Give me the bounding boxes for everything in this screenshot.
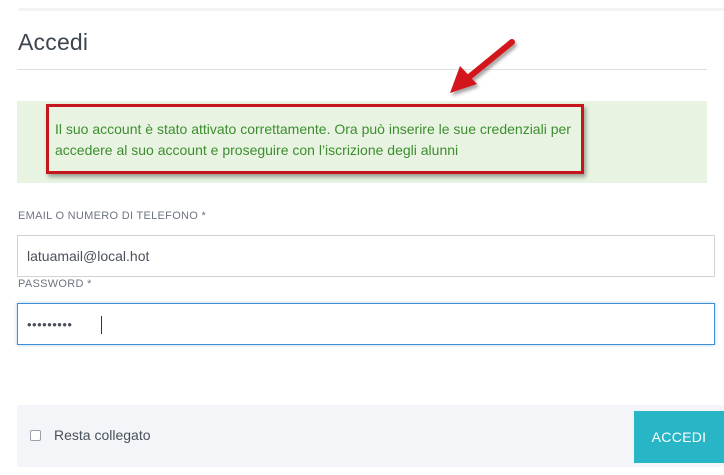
login-page: Accedi Il suo account è stato attivato c… [0, 0, 724, 475]
alert-highlight-box: Il suo account è stato attivato corretta… [46, 104, 584, 174]
email-label: EMAIL O NUMERO DI TELEFONO * [18, 210, 207, 222]
email-input[interactable] [17, 235, 715, 277]
remember-me-label[interactable]: Resta collegato [54, 427, 151, 443]
password-label: PASSWORD * [18, 278, 92, 290]
title-divider [17, 69, 707, 70]
text-caret [101, 316, 102, 334]
password-input[interactable] [17, 303, 715, 345]
remember-me-checkbox[interactable] [30, 430, 41, 441]
success-alert: Il suo account è stato attivato corretta… [17, 101, 707, 183]
login-submit-button[interactable]: ACCEDI [634, 411, 724, 463]
alert-message: Il suo account è stato attivato corretta… [55, 121, 571, 158]
page-title: Accedi [18, 29, 89, 55]
red-arrow-icon [450, 39, 515, 93]
